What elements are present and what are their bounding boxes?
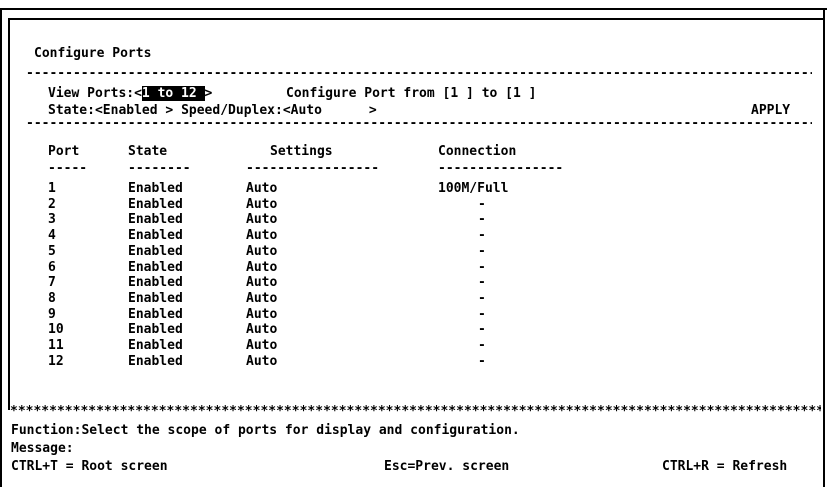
port-cell: 6: [48, 259, 56, 275]
port-from-field[interactable]: 1: [450, 86, 458, 101]
table-row[interactable]: 9 Enabled Auto -: [0, 307, 827, 323]
table-row[interactable]: 2 Enabled Auto -: [0, 197, 827, 213]
table-row[interactable]: 5 Enabled Auto -: [0, 244, 827, 260]
state-cell: Enabled: [128, 338, 183, 353]
state-cell: Enabled: [128, 306, 183, 322]
frame-border-top: [0, 8, 827, 10]
port-cell: 10: [48, 322, 64, 338]
table-row[interactable]: 8 Enabled Auto -: [0, 291, 827, 307]
settings-cell: Auto: [246, 290, 278, 306]
settings-cell: Auto: [246, 259, 278, 275]
settings-cell: Auto: [246, 322, 278, 338]
connection-cell: 100M/Full: [438, 181, 509, 196]
state-cell: Enabled: [128, 212, 183, 228]
table-header: Port State Settings Connection: [0, 144, 827, 160]
frame-border-inner-top: [8, 18, 823, 20]
port-cell: 9: [48, 306, 56, 322]
column-header-connection: Connection: [438, 144, 517, 159]
table-row[interactable]: 1 Enabled Auto 100M/Full: [0, 181, 827, 197]
port-cell: 3: [48, 212, 56, 228]
connection-cell: -: [478, 290, 486, 306]
page-title: Configure Ports: [34, 46, 152, 61]
table-row[interactable]: 10 Enabled Auto -: [0, 322, 827, 338]
column-header-port: Port: [48, 144, 80, 159]
settings-cell: Auto: [246, 212, 278, 228]
settings-cell: Auto: [246, 181, 278, 196]
port-cell: 2: [48, 196, 56, 212]
state-cell: Enabled: [128, 353, 183, 369]
state-cell: Enabled: [128, 243, 183, 259]
separator-top: ----------------------------------------…: [26, 66, 812, 81]
state-cell: Enabled: [128, 196, 183, 212]
view-ports-row: View Ports:<1 to 12 >: [48, 86, 212, 102]
settings-cell: Auto: [246, 338, 278, 353]
function-text: Function:Select the scope of ports for d…: [11, 423, 520, 438]
settings-cell: Auto: [246, 353, 278, 369]
configure-port-row: Configure Port from [1 ] to [1 ]: [286, 86, 537, 101]
port-to-field[interactable]: 1: [513, 86, 521, 101]
connection-cell: -: [478, 228, 486, 244]
port-cell: 4: [48, 228, 56, 244]
column-header-state: State: [128, 144, 168, 159]
view-ports-label: View Ports:: [48, 86, 135, 101]
table-row[interactable]: 4 Enabled Auto -: [0, 228, 827, 244]
column-header-settings: Settings: [270, 144, 333, 159]
table-row[interactable]: 12 Enabled Auto -: [0, 354, 827, 370]
refresh-hint[interactable]: CTRL+R = Refresh: [662, 459, 787, 475]
configure-port-label: Configure Port from: [286, 86, 435, 101]
view-ports-close: >: [204, 86, 213, 101]
view-ports-select[interactable]: 1 to 12: [141, 86, 205, 101]
prev-screen-hint[interactable]: Esc=Prev. screen: [384, 459, 509, 475]
port-cell: 12: [48, 353, 64, 369]
settings-cell: Auto: [246, 306, 278, 322]
settings-cell: Auto: [246, 228, 278, 244]
connection-cell: -: [478, 338, 486, 353]
settings-cell: Auto: [246, 196, 278, 212]
state-cell: Enabled: [128, 290, 183, 306]
connection-cell: -: [478, 306, 486, 322]
port-cell: 5: [48, 243, 56, 259]
state-cell: Enabled: [128, 259, 183, 275]
state-cell: Enabled: [128, 228, 183, 244]
separator-mid: ----------------------------------------…: [26, 116, 812, 131]
table-row[interactable]: 11 Enabled Auto -: [0, 338, 827, 354]
view-ports-open: <: [134, 86, 142, 101]
connection-cell: -: [478, 196, 486, 212]
connection-cell: -: [478, 259, 486, 275]
settings-cell: Auto: [246, 275, 278, 291]
message-label: Message:: [11, 441, 74, 456]
connection-cell: -: [478, 322, 486, 338]
state-cell: Enabled: [128, 181, 183, 196]
state-cell: Enabled: [128, 322, 183, 338]
table-row[interactable]: 6 Enabled Auto -: [0, 260, 827, 276]
port-cell: 8: [48, 290, 56, 306]
port-cell: 7: [48, 275, 56, 291]
connection-cell: -: [478, 243, 486, 259]
connection-cell: -: [478, 275, 486, 291]
port-cell: 1: [48, 181, 56, 196]
state-cell: Enabled: [128, 275, 183, 291]
connection-cell: -: [478, 353, 486, 369]
table-row[interactable]: 3 Enabled Auto -: [0, 212, 827, 228]
settings-cell: Auto: [246, 243, 278, 259]
connection-cell: -: [478, 212, 486, 228]
port-to-label: to: [481, 86, 498, 101]
header-underline: ----- -------- ----------------- -------…: [48, 161, 564, 176]
separator-asterisk: ****************************************…: [10, 404, 821, 419]
root-screen-hint[interactable]: CTRL+T = Root screen: [11, 459, 168, 475]
table-row[interactable]: 7 Enabled Auto -: [0, 275, 827, 291]
port-cell: 11: [48, 338, 64, 353]
